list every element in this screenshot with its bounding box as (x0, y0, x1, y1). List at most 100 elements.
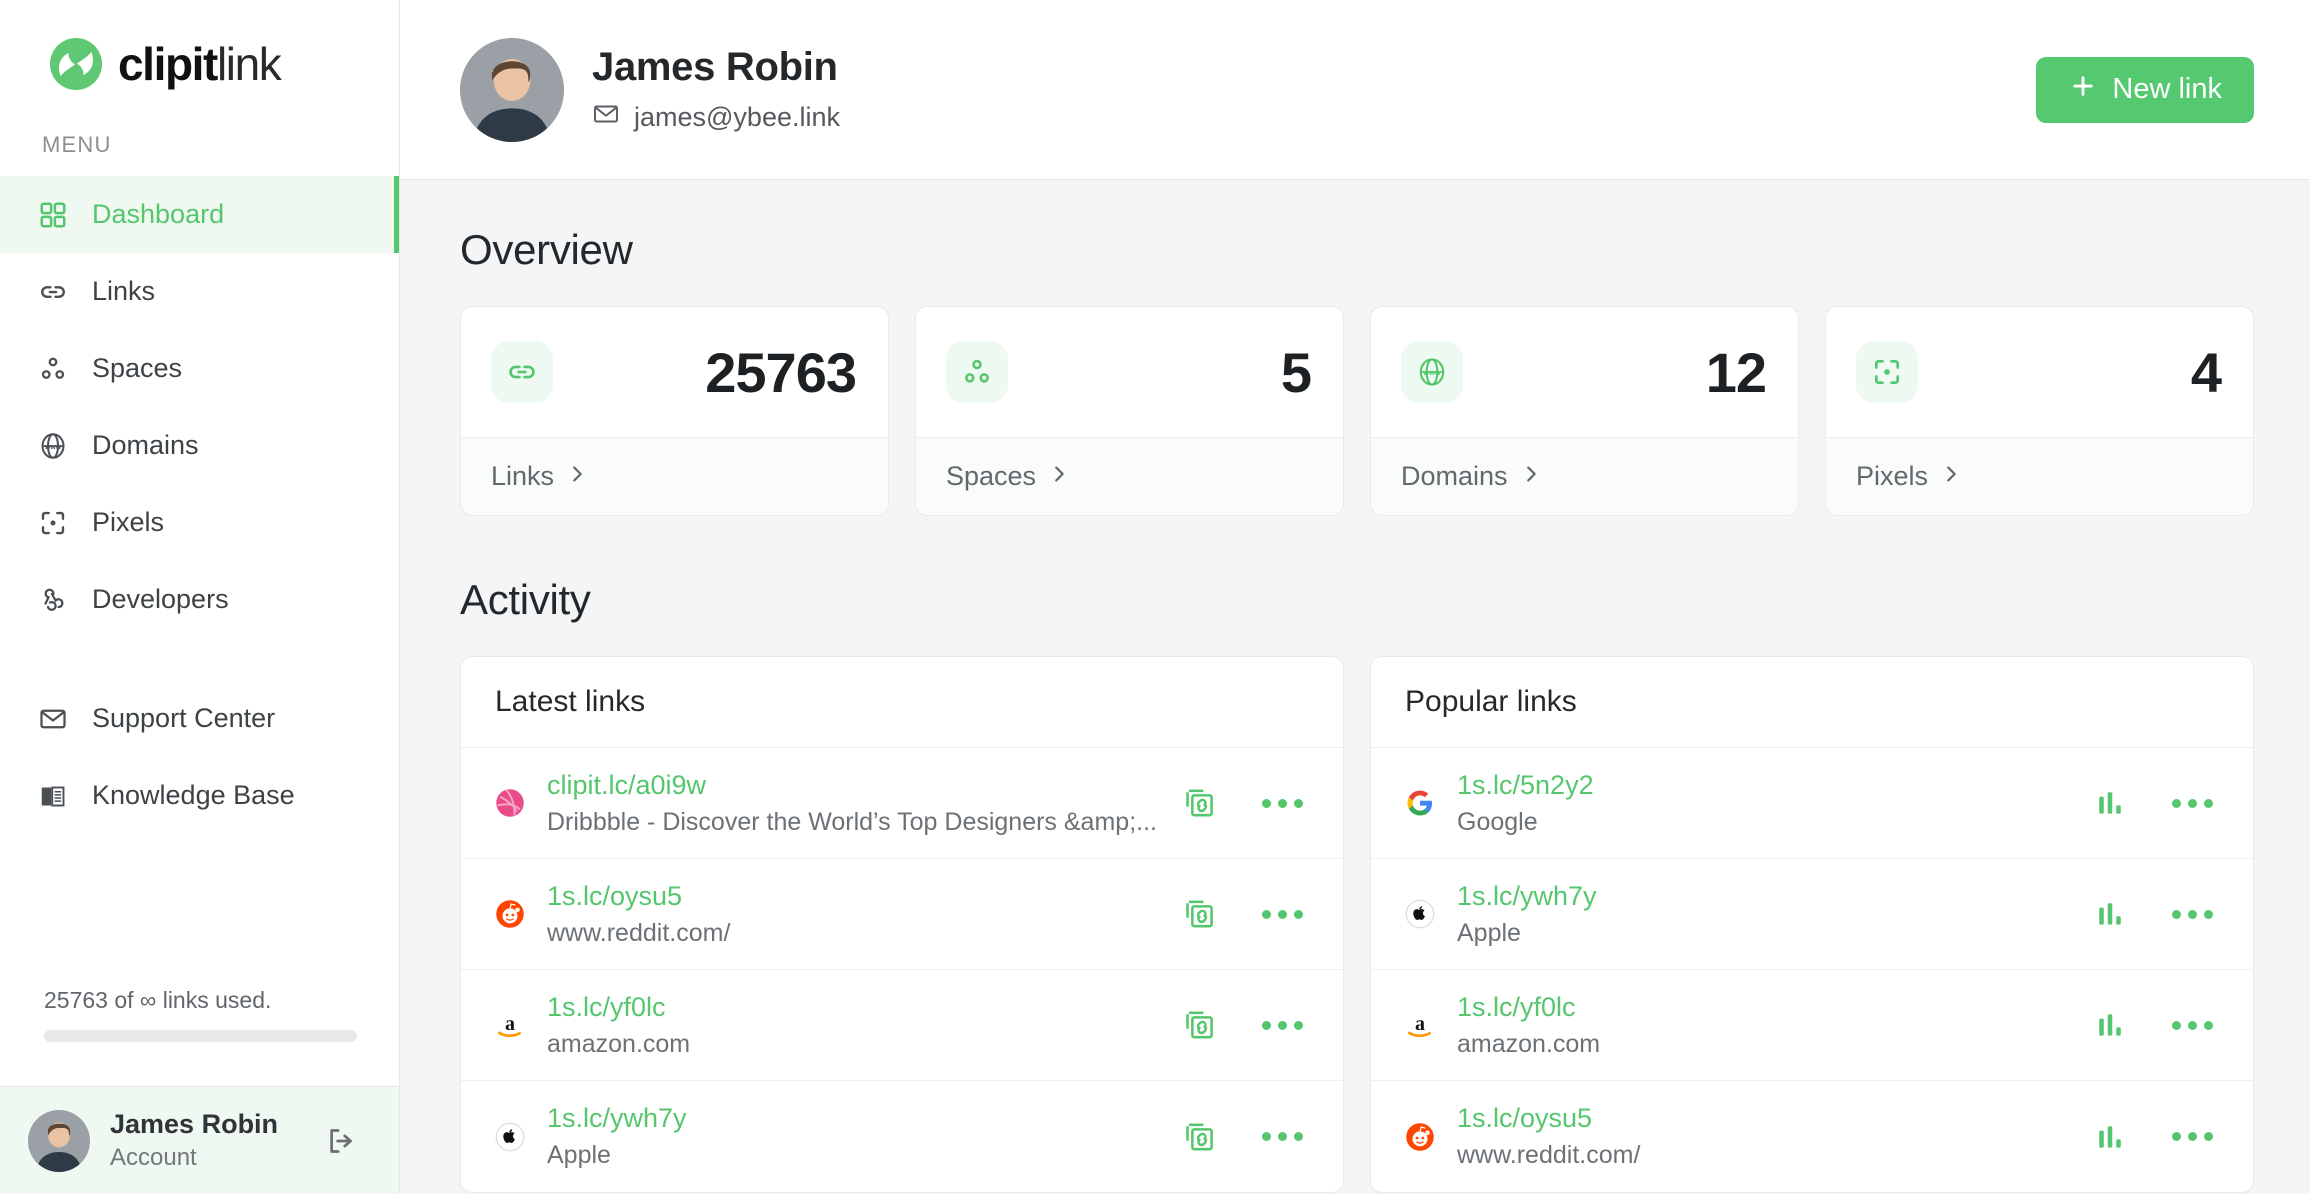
list-item[interactable]: 1s.lc/ywh7y Apple (461, 1081, 1343, 1192)
sidebar-nav: Dashboard Links Spaces www Domains Pixel… (0, 176, 399, 834)
spaces-icon (36, 352, 70, 386)
sidebar-item-pixels[interactable]: Pixels (0, 484, 399, 561)
latest-links-panel: Latest links clipit.lc/a0i9w Dribbble - D… (460, 656, 1344, 1193)
copy-link-icon[interactable] (1182, 785, 1218, 821)
short-link[interactable]: 1s.lc/ywh7y (1457, 881, 2070, 912)
chevron-right-icon (1940, 461, 1962, 492)
short-link[interactable]: 1s.lc/yf0lc (547, 992, 1160, 1023)
envelope-icon (592, 100, 620, 135)
popular-links-list: 1s.lc/5n2y2 Google 1s.lc/ywh7y Apple a 1s.lc/… (1371, 748, 2253, 1192)
short-link[interactable]: clipit.lc/a0i9w (547, 770, 1160, 801)
more-options-icon[interactable] (1256, 1126, 1309, 1147)
more-options-icon[interactable] (1256, 1015, 1309, 1036)
list-item[interactable]: 1s.lc/5n2y2 Google (1371, 748, 2253, 859)
stat-card-footer[interactable]: Spaces (916, 437, 1343, 515)
sidebar-item-label: Spaces (92, 353, 183, 383)
sidebar: clipitlink MENU Dashboard Links Spaces w… (0, 0, 400, 1194)
link-title: www.reddit.com/ (1457, 1141, 1641, 1169)
more-options-icon[interactable] (2166, 1015, 2219, 1036)
stat-value: 4 (2190, 340, 2222, 404)
list-item-actions (1182, 785, 1309, 821)
stat-card-domains[interactable]: www 12 Domains (1370, 306, 1799, 516)
list-item[interactable]: 1s.lc/ywh7y Apple (1371, 859, 2253, 970)
account-role: Account (110, 1144, 197, 1171)
link-title: amazon.com (547, 1029, 691, 1058)
list-item[interactable]: 1s.lc/oysu5 www.reddit.com/ (1371, 1081, 2253, 1192)
stat-card-spaces[interactable]: 5 Spaces (915, 306, 1344, 516)
stat-card-footer[interactable]: Links (461, 437, 888, 515)
more-options-icon[interactable] (2166, 904, 2219, 925)
amazon-icon: a (1405, 1010, 1435, 1040)
stat-card-footer[interactable]: Pixels (1826, 437, 2253, 515)
short-link[interactable]: 1s.lc/oysu5 (1457, 1103, 2070, 1134)
stat-label: Links (491, 461, 555, 491)
chevron-right-icon (1520, 461, 1542, 492)
brand-name-light: link (216, 38, 282, 90)
brand-wordmark: clipitlink (118, 38, 282, 90)
sidebar-item-spaces[interactable]: Spaces (0, 330, 399, 407)
plus-icon (2068, 71, 2098, 109)
bar-chart-icon[interactable] (2092, 896, 2128, 932)
short-link[interactable]: 1s.lc/oysu5 (547, 881, 1160, 912)
list-item-actions (1182, 896, 1309, 932)
stat-card-footer[interactable]: Domains (1371, 437, 1798, 515)
latest-links-list: clipit.lc/a0i9w Dribbble - Discover the W… (461, 748, 1343, 1192)
overview-heading: Overview (460, 226, 633, 273)
stat-card-top: www 12 (1371, 307, 1798, 437)
bar-chart-icon[interactable] (2092, 785, 2128, 821)
bar-chart-icon[interactable] (2092, 1007, 2128, 1043)
stat-card-top: 25763 (461, 307, 888, 437)
new-link-button[interactable]: New link (2036, 56, 2254, 123)
link-icon (36, 275, 70, 309)
activity-heading: Activity (460, 576, 591, 623)
short-link[interactable]: 1s.lc/ywh7y (547, 1103, 1160, 1134)
dashboard-content: Overview 25763 Links 5 Spaces www 12 Dom… (400, 180, 2310, 1194)
stat-value: 5 (1280, 340, 1312, 404)
stat-card-top: 4 (1826, 307, 2253, 437)
globe-www-icon: www (1401, 341, 1463, 403)
list-item-actions (1182, 1007, 1309, 1043)
more-options-icon[interactable] (1256, 904, 1309, 925)
user-email-row: james@ybee.link (592, 100, 2008, 135)
account-bar[interactable]: James Robin Account (0, 1086, 399, 1194)
logout-icon[interactable] (317, 1117, 365, 1165)
more-options-icon[interactable] (1256, 793, 1309, 814)
sidebar-item-developers[interactable]: Developers (0, 561, 399, 638)
list-item[interactable]: a 1s.lc/yf0lc amazon.com (461, 970, 1343, 1081)
brand-logo[interactable]: clipitlink (48, 36, 399, 92)
link-icon (491, 341, 553, 403)
more-options-icon[interactable] (2166, 1126, 2219, 1147)
logo-area: clipitlink (0, 0, 399, 120)
list-item-body: 1s.lc/5n2y2 Google (1457, 770, 2070, 837)
book-icon (36, 779, 70, 813)
copy-link-icon[interactable] (1182, 896, 1218, 932)
header-identity: James Robin james@ybee.link (592, 45, 2008, 135)
list-item-actions (1182, 1119, 1309, 1155)
focus-target-icon (36, 506, 70, 540)
page-title: James Robin (592, 44, 838, 89)
short-link[interactable]: 1s.lc/yf0lc (1457, 992, 2070, 1023)
list-item[interactable]: 1s.lc/oysu5 www.reddit.com/ (461, 859, 1343, 970)
sidebar-item-links[interactable]: Links (0, 253, 399, 330)
list-item-body: 1s.lc/ywh7y Apple (547, 1103, 1160, 1170)
amazon-icon: a (495, 1010, 525, 1040)
stat-card-top: 5 (916, 307, 1343, 437)
sidebar-item-support-center[interactable]: Support Center (0, 680, 399, 757)
copy-link-icon[interactable] (1182, 1007, 1218, 1043)
short-link[interactable]: 1s.lc/5n2y2 (1457, 770, 2070, 801)
sidebar-item-label: Developers (92, 584, 229, 614)
stat-card-pixels[interactable]: 4 Pixels (1825, 306, 2254, 516)
bar-chart-icon[interactable] (2092, 1119, 2128, 1155)
sidebar-item-dashboard[interactable]: Dashboard (0, 176, 399, 253)
link-title: Google (1457, 807, 1538, 836)
stat-card-links[interactable]: 25763 Links (460, 306, 889, 516)
list-item[interactable]: clipit.lc/a0i9w Dribbble - Discover the W… (461, 748, 1343, 859)
link-title: Apple (547, 1141, 611, 1169)
sidebar-item-domains[interactable]: www Domains (0, 407, 399, 484)
sidebar-item-knowledge-base[interactable]: Knowledge Base (0, 757, 399, 834)
copy-link-icon[interactable] (1182, 1119, 1218, 1155)
list-item[interactable]: a 1s.lc/yf0lc amazon.com (1371, 970, 2253, 1081)
list-item-body: clipit.lc/a0i9w Dribbble - Discover the W… (547, 770, 1160, 837)
more-options-icon[interactable] (2166, 793, 2219, 814)
globe-www-icon: www (36, 429, 70, 463)
